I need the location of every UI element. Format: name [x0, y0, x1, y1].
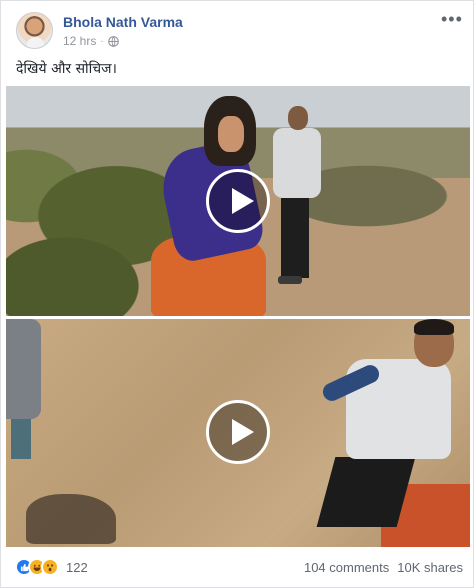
meta-separator: · [100, 35, 104, 47]
globe-icon[interactable] [107, 35, 119, 47]
reactions-summary[interactable]: 122 [15, 558, 88, 576]
author-name[interactable]: Bhola Nath Varma [63, 14, 183, 30]
post-timestamp[interactable]: 12 hrs [63, 34, 96, 48]
post-caption: देखिये और सोचिज। [16, 61, 117, 77]
post-footer: 122 104 comments 10K shares [1, 551, 474, 587]
post-stats: 104 comments 10K shares [304, 560, 463, 575]
more-options-icon[interactable]: ••• [441, 10, 462, 28]
play-icon[interactable] [206, 400, 270, 464]
wow-icon [41, 558, 59, 576]
facebook-post: Bhola Nath Varma 12 hrs · ••• देखिये और … [0, 0, 474, 588]
video-figure-man [268, 106, 328, 296]
video-figure-left [6, 319, 41, 419]
reaction-count[interactable]: 122 [66, 560, 88, 575]
play-icon[interactable] [206, 169, 270, 233]
post-header: Bhola Nath Varma 12 hrs · ••• [1, 1, 474, 57]
author-avatar[interactable] [16, 12, 53, 49]
video-figure-left-legs [11, 419, 31, 459]
video-shadow [26, 494, 116, 544]
shares-count[interactable]: 10K shares [397, 560, 463, 575]
comments-count[interactable]: 104 comments [304, 560, 389, 575]
post-meta: 12 hrs · [63, 34, 119, 48]
video-figure-reporter [296, 319, 470, 547]
